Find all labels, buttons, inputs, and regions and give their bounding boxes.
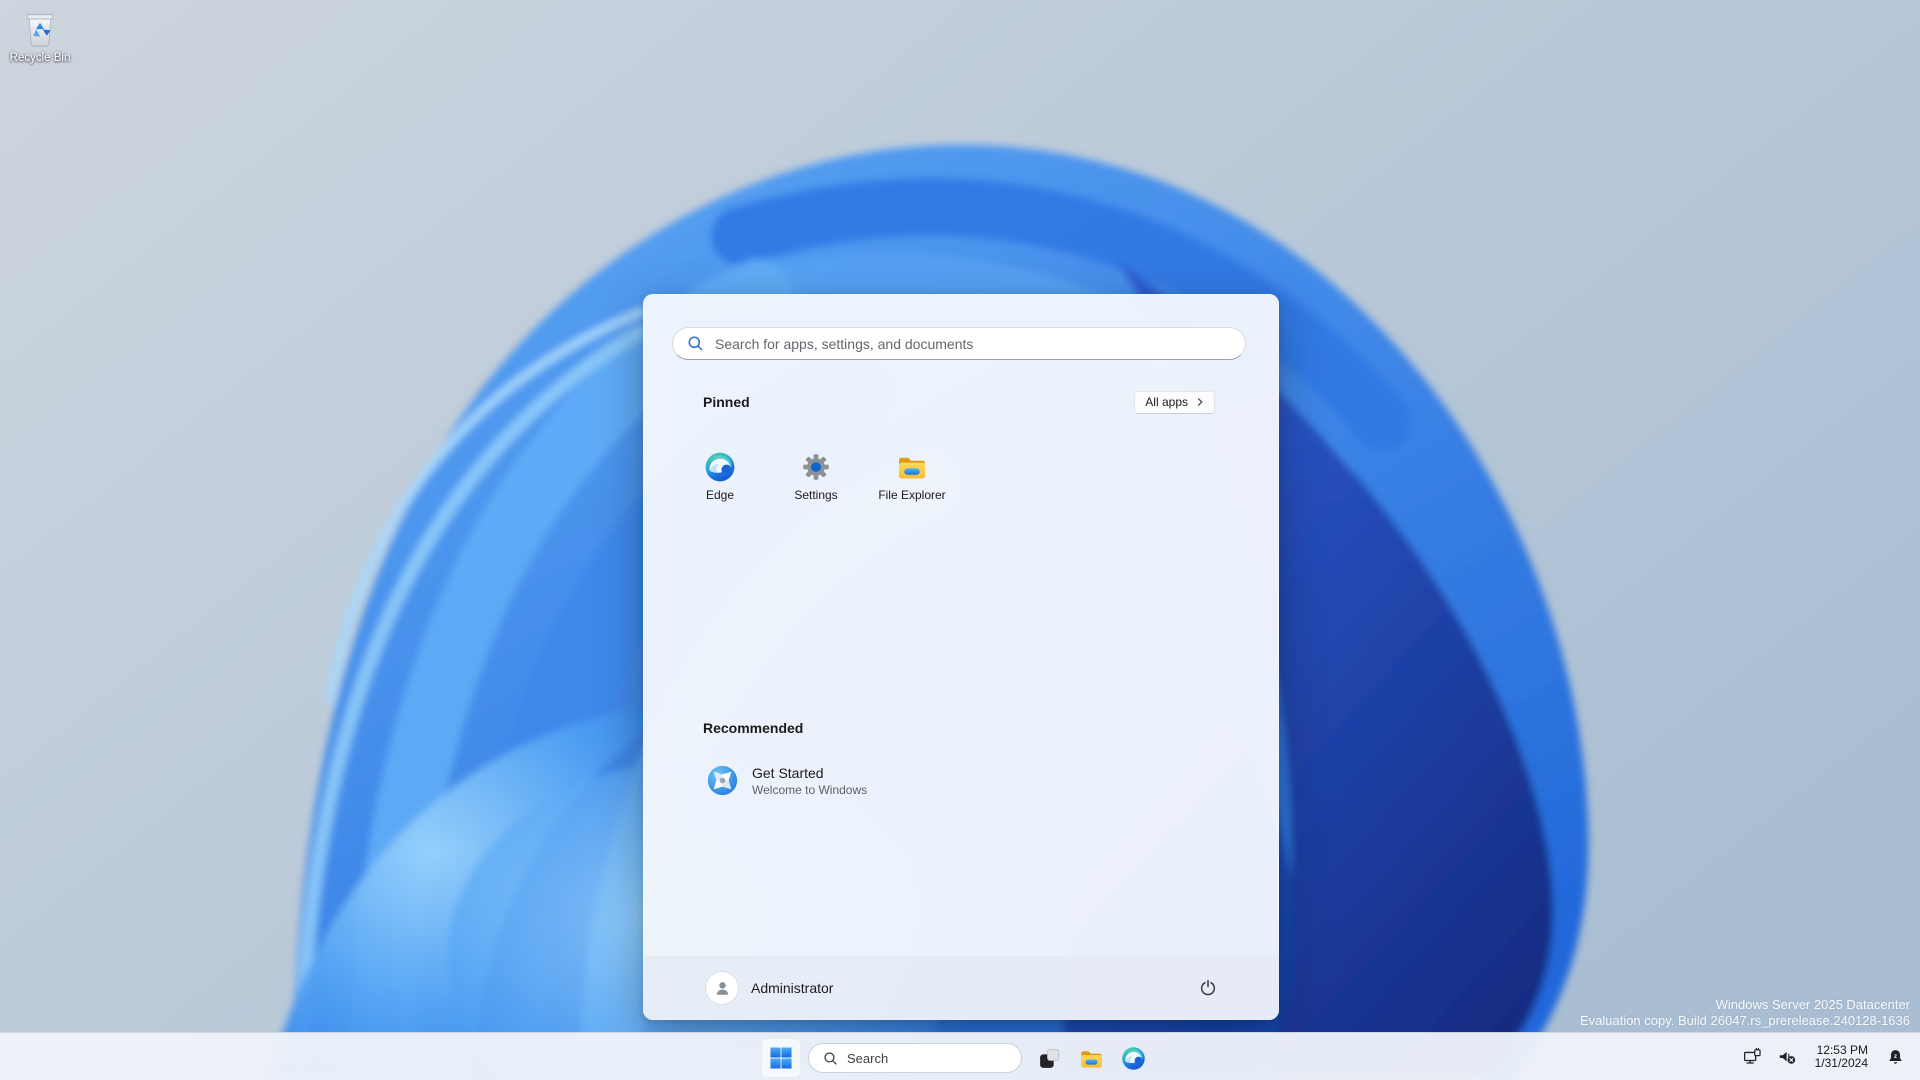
watermark-line1: Windows Server 2025 Datacenter	[1715, 997, 1910, 1012]
recycle-bin-icon	[18, 6, 62, 50]
tray-date: 1/31/2024	[1814, 1056, 1868, 1070]
notification-bell-icon	[1885, 1047, 1906, 1068]
pinned-app-label: Settings	[794, 488, 838, 502]
start-search-box[interactable]	[672, 327, 1246, 360]
system-tray: 12:53 PM 1/31/2024	[1736, 1037, 1912, 1077]
desktop: Recycle Bin Windows Server 2025 Datacent…	[0, 0, 1920, 1080]
recommended-item-get-started[interactable]: Get Started Welcome to Windows	[690, 754, 990, 807]
clock[interactable]: 12:53 PM 1/31/2024	[1806, 1037, 1877, 1077]
taskbar-file-explorer-button[interactable]	[1071, 1038, 1111, 1078]
settings-gear-icon	[800, 451, 832, 483]
recommended-section-header: Recommended	[703, 720, 803, 738]
recommended-title: Recommended	[703, 720, 804, 736]
start-button[interactable]	[761, 1038, 801, 1078]
pinned-app-label: File Explorer	[878, 488, 946, 502]
get-started-icon	[706, 764, 739, 797]
start-menu-footer: Administrator	[643, 956, 1279, 1020]
evaluation-watermark: Windows Server 2025 Datacenter Evaluatio…	[1580, 997, 1910, 1028]
network-button[interactable]	[1736, 1037, 1769, 1077]
taskbar-search-icon	[823, 1051, 838, 1066]
taskbar-search[interactable]: Search	[808, 1043, 1022, 1073]
avatar	[706, 972, 738, 1004]
pinned-app-settings[interactable]: Settings	[768, 442, 864, 528]
user-button[interactable]: Administrator	[694, 966, 845, 1010]
recycle-bin-label: Recycle Bin	[9, 52, 71, 64]
notification-bell-button[interactable]	[1879, 1037, 1912, 1077]
pinned-grid: Edge Settings File Explorer	[672, 442, 1250, 528]
search-icon	[687, 335, 704, 352]
power-icon	[1198, 978, 1218, 998]
user-name: Administrator	[751, 980, 834, 996]
task-view-icon	[1037, 1046, 1062, 1071]
pinned-app-file-explorer[interactable]: File Explorer	[864, 442, 960, 528]
all-apps-label: All apps	[1145, 394, 1188, 409]
start-menu: Pinned All apps Edge Settings File Explo…	[643, 294, 1279, 1020]
file-explorer-icon	[1079, 1046, 1104, 1071]
power-button[interactable]	[1188, 968, 1228, 1008]
volume-muted-icon	[1777, 1047, 1798, 1068]
start-search-input[interactable]	[715, 335, 1245, 352]
network-icon	[1742, 1047, 1763, 1068]
edge-icon	[704, 451, 736, 483]
recommended-item-title: Get Started	[752, 764, 824, 781]
taskbar-center-group: Search	[761, 1036, 1153, 1080]
user-avatar-icon	[712, 978, 733, 999]
volume-button[interactable]	[1771, 1037, 1804, 1077]
file-explorer-icon	[896, 451, 928, 483]
taskbar-edge-button[interactable]	[1113, 1038, 1153, 1078]
tray-time: 12:53 PM	[1816, 1042, 1868, 1057]
pinned-app-label: Edge	[705, 488, 735, 502]
pinned-app-edge[interactable]: Edge	[672, 442, 768, 528]
recommended-list: Get Started Welcome to Windows	[690, 754, 990, 807]
watermark-line2: Evaluation copy. Build 26047.rs_prerelea…	[1579, 1012, 1910, 1028]
recommended-item-text: Get Started Welcome to Windows	[752, 765, 867, 797]
recommended-item-subtitle: Welcome to Windows	[752, 782, 868, 797]
task-view-button[interactable]	[1029, 1038, 1069, 1078]
all-apps-button[interactable]: All apps	[1134, 390, 1215, 414]
windows-logo-icon	[770, 1047, 792, 1069]
edge-icon	[1121, 1046, 1146, 1071]
pinned-section-header: Pinned All apps	[703, 389, 1215, 415]
chevron-right-icon	[1195, 397, 1205, 407]
taskbar: Search 12:53 PM 1/31/2024	[0, 1032, 1920, 1080]
pinned-title: Pinned	[703, 394, 750, 410]
desktop-icon-recycle-bin[interactable]: Recycle Bin	[7, 6, 73, 65]
taskbar-search-label: Search	[847, 1050, 889, 1066]
